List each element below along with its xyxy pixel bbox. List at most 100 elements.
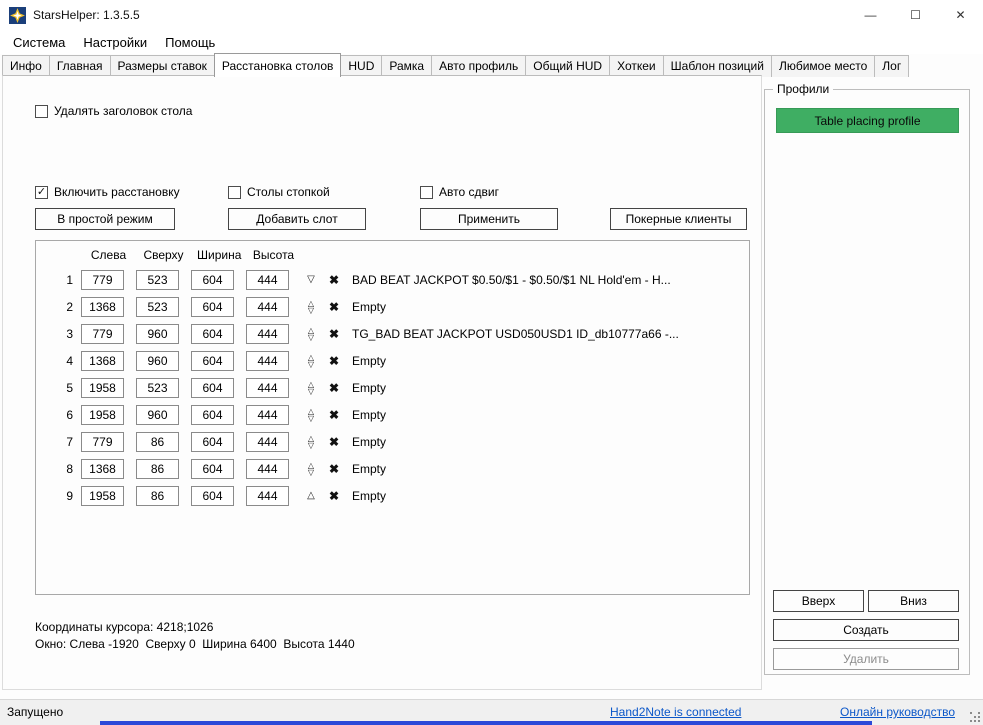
create-button[interactable]: Создать <box>773 619 959 641</box>
reorder-arrows-icon[interactable]: △ ▽ <box>303 461 319 476</box>
width-input[interactable] <box>191 431 234 452</box>
reorder-arrows-icon[interactable]: △ ▽ <box>303 380 319 395</box>
height-input[interactable] <box>246 377 289 398</box>
table-row: 9 △ ✖ Empty <box>36 482 749 509</box>
height-input[interactable] <box>246 485 289 506</box>
row-index: 1 <box>66 272 73 287</box>
left-input[interactable] <box>81 404 124 425</box>
tab-размеры-ставок[interactable]: Размеры ставок <box>109 55 215 77</box>
reorder-arrows-icon[interactable]: △ ▽ <box>303 299 319 314</box>
row-index: 9 <box>66 488 73 503</box>
delete-button[interactable]: Удалить <box>773 648 959 670</box>
delete-slot-icon[interactable]: ✖ <box>327 327 341 341</box>
move-up-button[interactable]: Вверх <box>773 590 864 612</box>
width-input[interactable] <box>191 458 234 479</box>
simple-mode-button[interactable]: В простой режим <box>35 208 175 230</box>
menu-item[interactable]: Помощь <box>156 32 224 53</box>
top-input[interactable] <box>136 431 179 452</box>
hand2note-link[interactable]: Hand2Note is connected <box>610 705 741 719</box>
reorder-arrows-icon[interactable]: △ ▽ <box>303 407 319 422</box>
menu-item[interactable]: Настройки <box>74 32 156 53</box>
width-input[interactable] <box>191 485 234 506</box>
width-input[interactable] <box>191 350 234 371</box>
row-index: 4 <box>66 353 73 368</box>
left-input[interactable] <box>81 323 124 344</box>
app-icon <box>9 6 26 24</box>
checkbox-stack-tables[interactable]: Столы стопкой <box>228 185 330 199</box>
top-input[interactable] <box>136 404 179 425</box>
reorder-arrows-icon[interactable]: △ ▽ <box>303 353 319 368</box>
left-input[interactable] <box>81 296 124 317</box>
cursor-coordinates-text: Координаты курсора: 4218;1026 <box>35 620 214 634</box>
delete-slot-icon[interactable]: ✖ <box>327 408 341 422</box>
tab-любимое-место[interactable]: Любимое место <box>770 55 876 77</box>
delete-slot-icon[interactable]: ✖ <box>327 354 341 368</box>
height-input[interactable] <box>246 404 289 425</box>
profile-button[interactable]: Table placing profile <box>776 108 959 133</box>
reorder-arrows-icon[interactable]: △ ▽ <box>303 326 319 341</box>
slot-label: Empty <box>352 434 387 449</box>
poker-clients-button[interactable]: Покерные клиенты <box>610 208 747 230</box>
height-input[interactable] <box>246 323 289 344</box>
apply-button[interactable]: Применить <box>420 208 558 230</box>
row-index: 7 <box>66 434 73 449</box>
menu-item[interactable]: Система <box>4 32 74 53</box>
top-input[interactable] <box>136 485 179 506</box>
left-input[interactable] <box>81 458 124 479</box>
move-down-button[interactable]: Вниз <box>868 590 959 612</box>
tab-рамка[interactable]: Рамка <box>381 55 433 77</box>
online-guide-link[interactable]: Онлайн руководство <box>840 705 955 719</box>
left-input[interactable] <box>81 350 124 371</box>
checkbox-box <box>35 104 48 118</box>
delete-slot-icon[interactable]: ✖ <box>327 489 341 503</box>
tab-шаблон-позиций[interactable]: Шаблон позиций <box>662 55 772 77</box>
tab-лог[interactable]: Лог <box>874 55 910 77</box>
top-input[interactable] <box>136 350 179 371</box>
delete-slot-icon[interactable]: ✖ <box>327 273 341 287</box>
top-input[interactable] <box>136 296 179 317</box>
top-input[interactable] <box>136 377 179 398</box>
tab-общий-hud[interactable]: Общий HUD <box>525 55 611 77</box>
tab-расстановка-столов[interactable]: Расстановка столов <box>213 53 342 77</box>
tab-хоткеи[interactable]: Хоткеи <box>609 55 664 77</box>
row-index: 2 <box>66 299 73 314</box>
delete-slot-icon[interactable]: ✖ <box>327 462 341 476</box>
reorder-arrows-icon[interactable]: △ ▽ <box>303 434 319 449</box>
top-input[interactable] <box>136 269 179 290</box>
width-input[interactable] <box>191 296 234 317</box>
tab-авто-профиль[interactable]: Авто профиль <box>431 55 527 77</box>
tab-hud[interactable]: HUD <box>340 55 383 77</box>
add-slot-button[interactable]: Добавить слот <box>228 208 366 230</box>
width-input[interactable] <box>191 269 234 290</box>
left-input[interactable] <box>81 431 124 452</box>
checkbox-label: Удалять заголовок стола <box>54 104 193 118</box>
minimize-icon[interactable]: — <box>848 0 893 30</box>
left-input[interactable] <box>81 269 124 290</box>
checkbox-remove-table-title[interactable]: Удалять заголовок стола <box>35 104 192 118</box>
checkbox-auto-shift[interactable]: Авто сдвиг <box>420 185 499 199</box>
status-text: Запущено <box>7 705 64 719</box>
height-input[interactable] <box>246 458 289 479</box>
height-input[interactable] <box>246 431 289 452</box>
tab-главная[interactable]: Главная <box>48 55 111 77</box>
height-input[interactable] <box>246 296 289 317</box>
left-input[interactable] <box>81 377 124 398</box>
delete-slot-icon[interactable]: ✖ <box>327 300 341 314</box>
left-input[interactable] <box>81 485 124 506</box>
checkbox-enable-placing[interactable]: ✓ Включить расстановку <box>35 185 180 199</box>
top-input[interactable] <box>136 323 179 344</box>
reorder-arrows-icon[interactable]: △ <box>303 490 319 501</box>
width-input[interactable] <box>191 323 234 344</box>
width-input[interactable] <box>191 377 234 398</box>
width-input[interactable] <box>191 404 234 425</box>
height-input[interactable] <box>246 350 289 371</box>
delete-slot-icon[interactable]: ✖ <box>327 435 341 449</box>
reorder-arrows-icon[interactable]: ▽ <box>303 274 319 285</box>
delete-slot-icon[interactable]: ✖ <box>327 381 341 395</box>
tab-инфо[interactable]: Инфо <box>2 55 50 77</box>
close-icon[interactable]: ✕ <box>938 0 983 30</box>
top-input[interactable] <box>136 458 179 479</box>
height-input[interactable] <box>246 269 289 290</box>
maximize-icon[interactable]: ☐ <box>893 0 938 30</box>
resize-grip[interactable] <box>970 712 972 714</box>
